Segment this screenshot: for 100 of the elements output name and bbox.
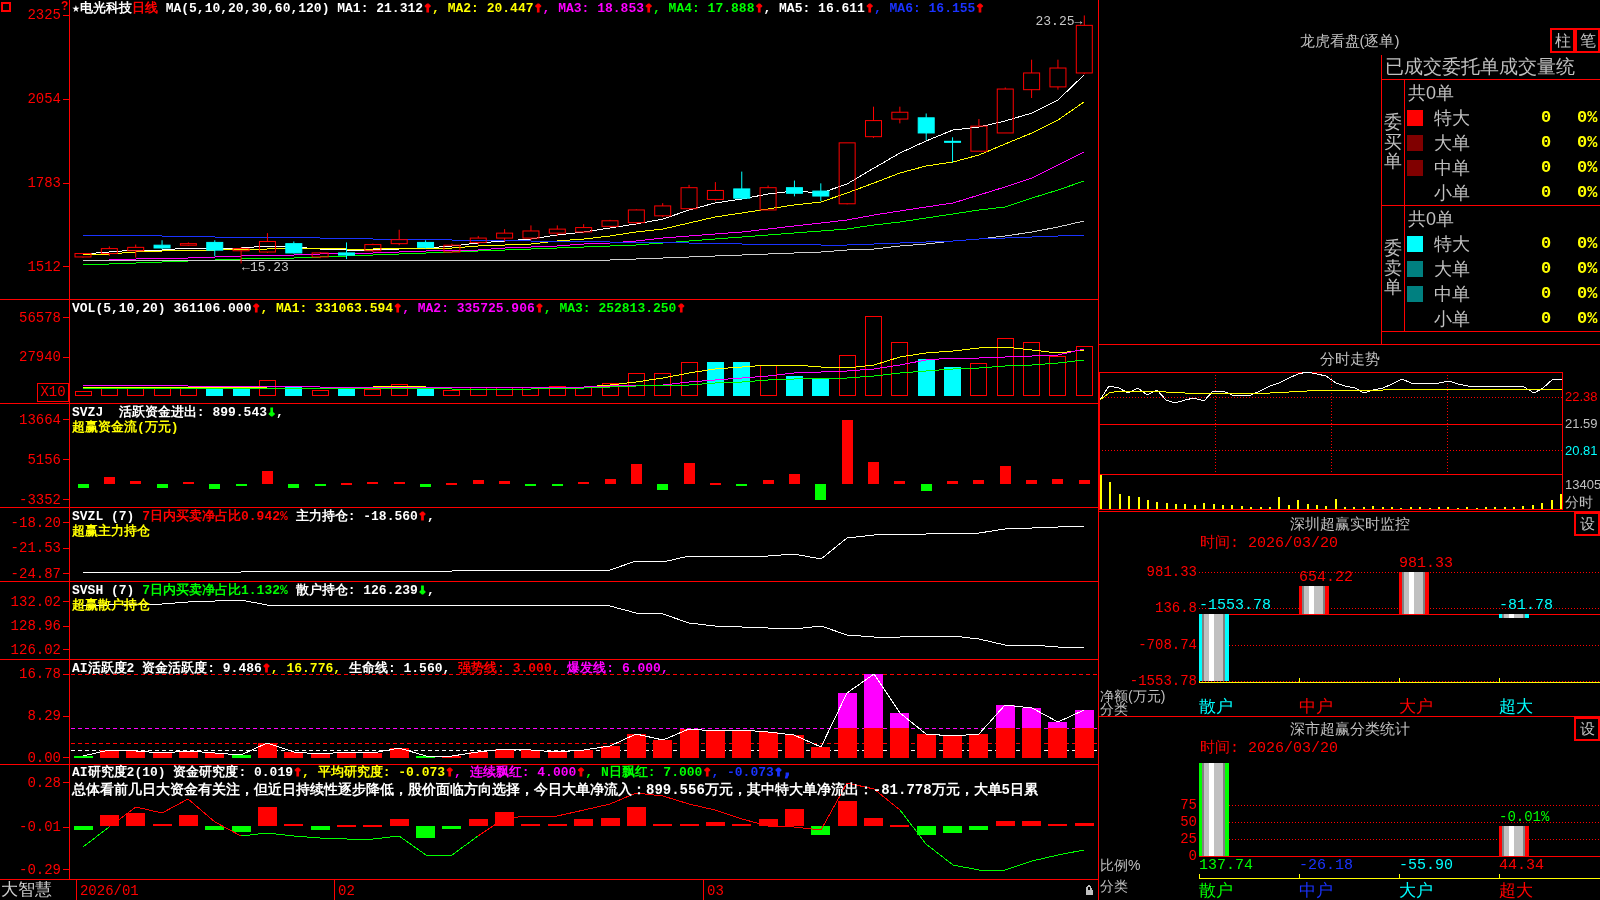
bar: [947, 481, 958, 484]
bar: [838, 693, 857, 728]
bar: [653, 740, 672, 758]
bar: [654, 373, 671, 396]
bar: [337, 752, 356, 758]
bar: [179, 815, 198, 826]
bar: [997, 338, 1014, 396]
legend-text: AI活跃度2 资金活跃度: 9.486: [72, 661, 262, 676]
legend-text: , MA2: 20.447: [432, 1, 534, 16]
axis-label: 25: [1180, 830, 1197, 847]
bar: [521, 750, 540, 758]
candle: [654, 202, 672, 218]
bar: [499, 481, 510, 484]
bar: [1049, 356, 1066, 396]
category-label: 超大: [1499, 880, 1533, 900]
chart-annotation: -0.01%: [1499, 808, 1550, 825]
candle: [390, 229, 408, 246]
group-total: 共0单: [1408, 81, 1454, 104]
bar: [627, 734, 646, 758]
bar: [179, 751, 198, 758]
bar: [442, 826, 461, 829]
axis-label: 0.28: [27, 774, 61, 791]
legend-text: ★电光科技: [72, 1, 132, 16]
question-mark[interactable]: ?: [61, 0, 69, 12]
legend-text: ,: [426, 583, 435, 598]
candle: [74, 252, 92, 259]
bar: [759, 732, 778, 758]
candle: [100, 245, 118, 257]
time-label: 时间: 2026/03/20: [1200, 741, 1339, 757]
settings-button[interactable]: 设: [1574, 717, 1600, 741]
candle: [258, 232, 276, 254]
bar: [495, 812, 514, 826]
legend-text: , 连续飘红: 4.000: [454, 765, 577, 780]
bar: [311, 826, 330, 830]
bar: [206, 387, 223, 396]
bar: [812, 378, 829, 396]
count-value: 0: [1541, 257, 1552, 280]
bar: [786, 376, 803, 396]
bar: [605, 479, 616, 484]
axis-title: 分类: [1100, 878, 1128, 894]
bar: [996, 728, 1015, 758]
row-label: 小单: [1434, 307, 1470, 330]
value-label: -26.18: [1299, 856, 1353, 874]
legend-text: , MA6: 16.155: [873, 1, 976, 16]
row-label: 大单: [1434, 257, 1470, 280]
bar: [104, 477, 115, 484]
value-label: -81.78: [1499, 597, 1553, 614]
bar: [628, 373, 645, 396]
candle: [206, 239, 224, 257]
candle: [496, 228, 514, 242]
settings-button[interactable]: 设: [1574, 512, 1600, 536]
bar: [918, 359, 935, 396]
candle: [338, 241, 355, 260]
candle: [785, 180, 803, 197]
legend-text: 生命线: 1.560,: [347, 661, 451, 676]
bar: [785, 809, 804, 826]
category-label: 中户: [1299, 696, 1333, 716]
bar: [1499, 614, 1529, 618]
row-label: 中单: [1434, 282, 1470, 305]
legend-text: MA(5,10,20,30,60,120) MA1: 21.312: [164, 1, 424, 16]
bar: [312, 390, 329, 396]
candle: [311, 251, 329, 259]
axis-label: 50: [1180, 813, 1197, 830]
bar: [1075, 823, 1094, 826]
bar: [205, 753, 224, 758]
value-label: 981.33: [1399, 554, 1453, 572]
candle: [232, 246, 250, 264]
view-button[interactable]: 柱: [1550, 28, 1575, 53]
chart-note: 超赢资金流(万元): [72, 420, 179, 435]
bar: [760, 365, 777, 396]
trend-arrow: ↑: [702, 762, 712, 780]
bar: [706, 731, 725, 758]
bar: [390, 819, 409, 826]
axis-label: 1783: [27, 175, 61, 192]
time-label: 时间: 2026/03/20: [1200, 536, 1339, 552]
axis-label: 0.00: [27, 749, 61, 766]
bar: [1026, 480, 1037, 484]
candle: [706, 181, 724, 202]
bar: [549, 386, 566, 396]
percent-value: 0%: [1577, 106, 1598, 129]
panel-title: 深圳超赢实时监控: [1289, 515, 1410, 533]
brand-name: 大智慧: [1, 880, 52, 900]
legend-text: VOL(5,10,20) 361106.000: [72, 301, 252, 316]
legend-text: , MA3: 18.853: [542, 1, 644, 16]
bar: [759, 819, 778, 826]
candle: [970, 118, 988, 152]
view-button[interactable]: 笔: [1575, 28, 1600, 53]
candle: [179, 241, 197, 247]
category-label: 散户: [1199, 880, 1233, 900]
axis-label: 20.81: [1565, 442, 1598, 458]
axis-label: 13405: [1565, 476, 1600, 492]
trend-arrow: ↑: [393, 298, 403, 316]
bar: [100, 815, 119, 826]
group-label: 委卖单: [1384, 238, 1402, 299]
legend-text: , MA3: 252813.250: [543, 301, 677, 316]
scale-button[interactable]: X10: [37, 383, 69, 402]
bar: [891, 342, 908, 396]
bar: [631, 464, 642, 484]
candle: [443, 243, 461, 254]
bar: [205, 826, 224, 830]
